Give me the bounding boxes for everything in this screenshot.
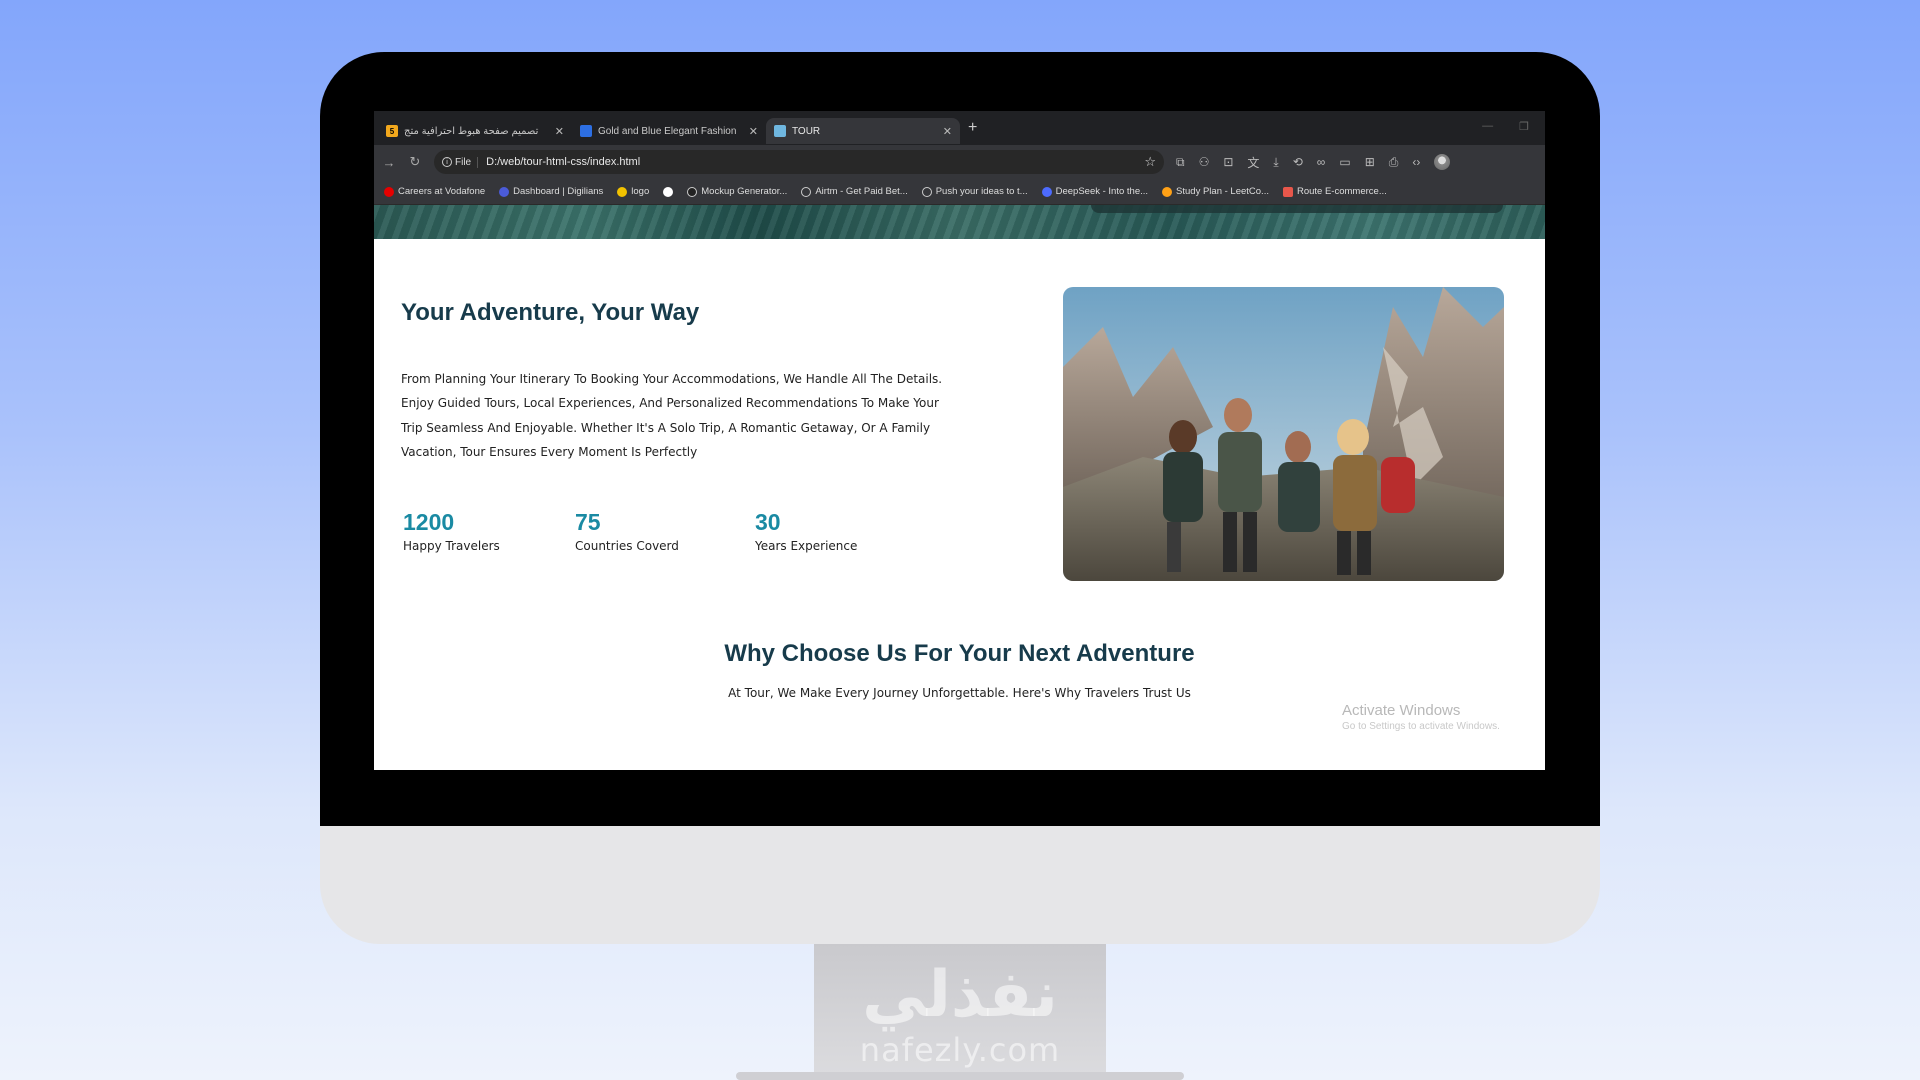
watermark: نفذلي nafezly.com (814, 960, 1106, 1070)
why-subheading: At Tour, We Make Every Journey Unforgett… (728, 686, 1191, 700)
address-bar[interactable]: i File D:/web/tour-html-css/index.html ☆ (434, 150, 1164, 174)
site-info-chip[interactable]: i File (442, 156, 479, 168)
stat-years: 30 Years Experience (755, 509, 857, 553)
url-text: D:/web/tour-html-css/index.html (486, 156, 641, 168)
print-icon[interactable]: ⎙ (1389, 155, 1399, 170)
translate-icon[interactable]: 文 (1247, 154, 1259, 171)
tab-arabic-landing[interactable]: 5 تصميم صفحة هبوط احترافية متج ✕ (378, 118, 572, 144)
tab-strip: 5 تصميم صفحة هبوط احترافية متج ✕ Gold an… (374, 111, 1545, 145)
tab-title: Gold and Blue Elegant Fashion (598, 125, 737, 137)
window-controls: — ❐ (1482, 120, 1529, 133)
restore-icon[interactable]: ❐ (1519, 120, 1529, 133)
stat-label: Happy Travelers (403, 539, 500, 553)
bookmark-github[interactable] (663, 186, 674, 197)
activate-subtitle: Go to Settings to activate Windows. (1342, 721, 1500, 732)
route-icon (1282, 186, 1293, 197)
drive-icon (617, 186, 628, 197)
about-section: Your Adventure, Your Way From Planning Y… (374, 239, 1545, 639)
stat-label: Years Experience (755, 539, 858, 553)
about-heading: Your Adventure, Your Way (401, 299, 700, 326)
incognito-icon[interactable]: ⚇ (1199, 155, 1210, 169)
mockup-icon (687, 186, 698, 197)
tab-favicon-icon: 5 (386, 125, 398, 137)
bookmark-label: Airtm - Get Paid Bet... (815, 186, 908, 197)
browser-window: 5 تصميم صفحة هبوط احترافية متج ✕ Gold an… (374, 111, 1545, 770)
link-icon[interactable]: ∞ (1317, 155, 1326, 169)
bookmark-deepseek[interactable]: DeepSeek - Into the... (1041, 186, 1149, 197)
bookmark-route[interactable]: Route E-commerce... (1282, 186, 1387, 197)
leetcode-icon (1162, 186, 1173, 197)
tab-title: TOUR (792, 125, 821, 137)
github-icon (663, 186, 674, 197)
cast-icon[interactable]: ▭ (1339, 155, 1350, 169)
hero-search-bar (1091, 205, 1503, 213)
travelers-photo (1063, 287, 1504, 581)
bookmark-label: Route E-commerce... (1296, 186, 1387, 197)
bookmark-label: logo (631, 186, 650, 197)
browser-toolbar: → ↻ i File D:/web/tour-html-css/index.ht… (374, 145, 1545, 179)
profile-avatar[interactable] (1434, 154, 1451, 170)
vodafone-icon (384, 186, 394, 197)
stand-base (736, 1072, 1184, 1080)
tab-favicon-icon (774, 125, 786, 137)
bookmark-airtm[interactable]: Airtm - Get Paid Bet... (801, 186, 908, 197)
bookmark-label: DeepSeek - Into the... (1055, 186, 1149, 197)
bookmark-label: Push your ideas to t... (935, 186, 1028, 197)
bookmark-push-ideas[interactable]: Push your ideas to t... (921, 186, 1028, 197)
close-tab-icon[interactable]: ✕ (555, 125, 564, 138)
tab-gold-blue[interactable]: Gold and Blue Elegant Fashion ✕ (572, 118, 766, 144)
digilians-icon (499, 186, 510, 197)
activate-title: Activate Windows (1342, 702, 1461, 719)
hero-image-strip (374, 205, 1545, 239)
about-body: From Planning Your Itinerary To Booking … (401, 372, 943, 460)
toolbar-actions: ⧉ ⚇ ⊡ 文 ⤓ ⟲ ∞ ▭ ⊞ ⎙ ‹› (1176, 154, 1451, 171)
bookmark-label: Study Plan - LeetCo... (1176, 186, 1269, 197)
stat-travelers: 1200 Happy Travelers (403, 509, 500, 553)
stat-value: 1200 (403, 509, 455, 535)
bookmark-label: Mockup Generator... (701, 186, 788, 197)
why-section: Why Choose Us For Your Next Adventure At… (374, 640, 1545, 700)
reload-icon[interactable]: ↻ (408, 154, 422, 170)
bookmark-label: Dashboard | Digilians (513, 186, 604, 197)
watermark-latin: nafezly.com (859, 1031, 1061, 1069)
deepseek-icon (1041, 186, 1052, 197)
activate-windows-notice: Activate Windows Go to Settings to activ… (1342, 702, 1500, 732)
minimize-icon[interactable]: — (1482, 120, 1493, 133)
stat-value: 30 (755, 509, 781, 535)
extensions-icon[interactable]: ⧉ (1176, 155, 1185, 170)
bookmark-logo[interactable]: logo (617, 186, 649, 197)
info-icon: i (442, 157, 452, 167)
tab-tour[interactable]: TOUR ✕ (766, 118, 960, 144)
new-tab-icon[interactable]: + (968, 119, 977, 137)
monitor-chin (320, 826, 1600, 944)
stat-value: 75 (575, 509, 601, 535)
bookmark-digilians[interactable]: Dashboard | Digilians (499, 186, 603, 197)
globe-icon (801, 186, 812, 197)
bookmark-vodafone[interactable]: Careers at Vodafone (384, 186, 485, 197)
tab-favicon-icon (580, 125, 592, 137)
download-icon[interactable]: ⤓ (1273, 155, 1278, 170)
tab-title: تصميم صفحة هبوط احترافية متج (404, 125, 539, 137)
watermark-arabic: نفذلي (862, 958, 1058, 1032)
close-tab-icon[interactable]: ✕ (943, 125, 952, 138)
globe-icon (921, 186, 932, 197)
bookmark-mockup[interactable]: Mockup Generator... (687, 186, 787, 197)
forward-icon[interactable]: → (382, 155, 396, 170)
devtools-icon[interactable]: ‹› (1412, 155, 1420, 169)
bookmarks-bar: Careers at Vodafone Dashboard | Digilian… (374, 179, 1545, 205)
why-heading: Why Choose Us For Your Next Adventure (724, 640, 1195, 667)
bookmark-label: Careers at Vodafone (398, 186, 486, 197)
history-icon[interactable]: ⟲ (1293, 155, 1303, 169)
apps-icon[interactable]: ⊞ (1365, 155, 1375, 169)
close-tab-icon[interactable]: ✕ (749, 125, 758, 138)
stat-label: Countries Coverd (575, 539, 679, 553)
bookmark-leetcode[interactable]: Study Plan - LeetCo... (1162, 186, 1269, 197)
site-info-label: File (455, 156, 472, 168)
screenshot-icon[interactable]: ⊡ (1223, 155, 1233, 169)
bookmark-star-icon[interactable]: ☆ (1144, 154, 1156, 170)
stat-countries: 75 Countries Coverd (575, 509, 679, 553)
